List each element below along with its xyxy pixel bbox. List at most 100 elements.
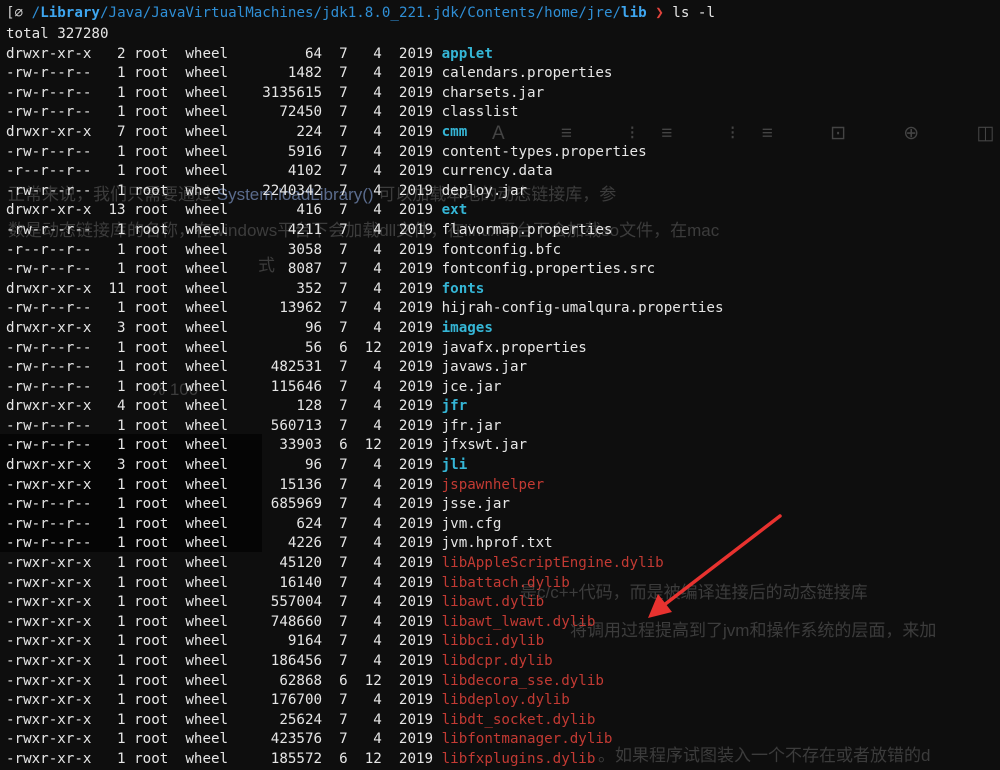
executable-name[interactable]: libdt_socket.dylib [442,712,596,728]
listing-row: -rw-r--r-- 1 root wheel 4226 7 4 2019 jv… [6,534,1000,554]
file-name[interactable]: deploy.jar [442,183,527,199]
executable-name[interactable]: libAppleScriptEngine.dylib [442,555,664,571]
directory-name[interactable]: jfr [442,398,468,414]
listing-row: -rw-r--r-- 1 root wheel 8087 7 4 2019 fo… [6,260,1000,280]
file-metadata: -rwxr-xr-x 1 root wheel 62868 6 12 2019 [6,672,442,689]
file-name[interactable]: fontconfig.properties.src [442,261,656,277]
listing-row: drwxr-xr-x 11 root wheel 352 7 4 2019 fo… [6,280,1000,300]
file-metadata: -rwxr-xr-x 1 root wheel 15136 7 4 2019 [6,476,442,493]
listing-row: -rwxr-xr-x 1 root wheel 45120 7 4 2019 l… [6,554,1000,574]
listing-row: -rw-r--r-- 1 root wheel 482531 7 4 2019 … [6,358,1000,378]
file-name[interactable]: jvm.hprof.txt [442,535,553,551]
listing-row: -rwxr-xr-x 1 root wheel 62868 6 12 2019 … [6,672,1000,692]
file-name[interactable]: javaws.jar [442,359,527,375]
file-metadata: -rwxr-xr-x 1 root wheel 25624 7 4 2019 [6,711,442,728]
file-name[interactable]: jsse.jar [442,496,510,512]
file-metadata: -r--r--r-- 1 root wheel 4102 7 4 2019 [6,163,442,180]
path-segment: Library [40,5,100,21]
listing-row: drwxr-xr-x 7 root wheel 224 7 4 2019 cmm [6,123,1000,143]
listing-row: drwxr-xr-x 3 root wheel 96 7 4 2019 jli [6,456,1000,476]
file-name[interactable]: jfr.jar [442,418,502,434]
listing-row: drwxr-xr-x 2 root wheel 64 7 4 2019 appl… [6,45,1000,65]
file-name[interactable]: jvm.cfg [442,516,502,532]
file-metadata: -rwxr-xr-x 1 root wheel 185572 6 12 2019 [6,750,442,767]
file-metadata: -rw-r--r-- 1 root wheel 56 6 12 2019 [6,339,442,356]
file-metadata: drwxr-xr-x 3 root wheel 96 7 4 2019 [6,319,442,336]
listing-row: -rw-r--r-- 1 root wheel 33903 6 12 2019 … [6,436,1000,456]
file-metadata: -rw-r--r-- 1 root wheel 5916 7 4 2019 [6,143,442,160]
executable-name[interactable]: libdcpr.dylib [442,653,553,669]
executable-name[interactable]: libawt_lwawt.dylib [442,614,596,630]
listing-row: -rw-r--r-- 1 root wheel 4211 7 4 2019 fl… [6,221,1000,241]
executable-name[interactable]: jspawnhelper [442,477,545,493]
executable-name[interactable]: libfxplugins.dylib [442,751,596,767]
executable-name[interactable]: libattach.dylib [442,575,570,591]
file-name[interactable]: content-types.properties [442,144,647,160]
file-metadata: -rwxr-xr-x 1 root wheel 45120 7 4 2019 [6,555,442,572]
listing-row: -rw-r--r-- 1 root wheel 624 7 4 2019 jvm… [6,515,1000,535]
file-name[interactable]: javafx.properties [442,340,587,356]
file-metadata: drwxr-xr-x 4 root wheel 128 7 4 2019 [6,398,442,415]
file-metadata: -rw-r--r-- 1 root wheel 72450 7 4 2019 [6,104,442,121]
listing-row: -rwxr-xr-x 1 root wheel 176700 7 4 2019 … [6,691,1000,711]
listing-row: -rw-r--r-- 1 root wheel 1482 7 4 2019 ca… [6,64,1000,84]
executable-name[interactable]: libdecora_sse.dylib [442,673,604,689]
directory-name[interactable]: applet [442,46,493,62]
directory-name[interactable]: cmm [442,124,468,140]
path-segment: lib [621,5,647,21]
file-metadata: -r--r--r-- 1 root wheel 3058 7 4 2019 [6,241,442,258]
file-metadata: -rw-r--r-- 1 root wheel 115646 7 4 2019 [6,378,442,395]
file-metadata: -rw-r--r-- 1 root wheel 482531 7 4 2019 [6,359,442,376]
file-metadata: drwxr-xr-x 11 root wheel 352 7 4 2019 [6,280,442,297]
listing-row: -rw-r--r-- 1 root wheel 5916 7 4 2019 co… [6,143,1000,163]
path-segment: /Java/JavaVirtualMachines/jdk1.8.0_221.j… [99,5,622,21]
file-metadata: -rwxr-xr-x 1 root wheel 748660 7 4 2019 [6,613,442,630]
directory-name[interactable]: fonts [442,281,485,297]
file-name[interactable]: calendars.properties [442,65,613,81]
file-name[interactable]: charsets.jar [442,85,545,101]
path-root: / [31,5,41,21]
listing-row: -rwxr-xr-x 1 root wheel 15136 7 4 2019 j… [6,476,1000,496]
executable-name[interactable]: libawt.dylib [442,594,545,610]
ls-listing: drwxr-xr-x 2 root wheel 64 7 4 2019 appl… [6,45,1000,770]
directory-name[interactable]: jli [442,457,468,473]
listing-row: -rwxr-xr-x 1 root wheel 748660 7 4 2019 … [6,613,1000,633]
listing-row: -rwxr-xr-x 1 root wheel 9164 7 4 2019 li… [6,632,1000,652]
file-name[interactable]: classlist [442,104,519,120]
file-name[interactable]: fontconfig.bfc [442,242,562,258]
file-metadata: -rwxr-xr-x 1 root wheel 423576 7 4 2019 [6,731,442,748]
listing-row: -rwxr-xr-x 1 root wheel 557004 7 4 2019 … [6,593,1000,613]
executable-name[interactable]: libdeploy.dylib [442,692,570,708]
listing-row: drwxr-xr-x 13 root wheel 416 7 4 2019 ex… [6,201,1000,221]
file-metadata: -rw-r--r-- 1 root wheel 3135615 7 4 2019 [6,84,442,101]
total-line: total 327280 [6,26,109,42]
listing-row: -rw-r--r-- 1 root wheel 3135615 7 4 2019… [6,84,1000,104]
listing-row: drwxr-xr-x 4 root wheel 128 7 4 2019 jfr [6,397,1000,417]
prompt-line: [⌀ /Library/Java/JavaVirtualMachines/jdk… [6,4,1000,25]
listing-row: -r--r--r-- 1 root wheel 4102 7 4 2019 cu… [6,162,1000,182]
file-metadata: -rw-r--r-- 1 root wheel 4211 7 4 2019 [6,221,442,238]
file-metadata: -rwxr-xr-x 1 root wheel 186456 7 4 2019 [6,653,442,669]
file-metadata: -rw-r--r-- 1 root wheel 1482 7 4 2019 [6,65,442,82]
directory-name[interactable]: images [442,320,493,336]
terminal-window[interactable]: [⌀ /Library/Java/JavaVirtualMachines/jdk… [0,0,1000,767]
executable-name[interactable]: libfontmanager.dylib [442,731,613,747]
directory-name[interactable]: ext [442,202,468,218]
file-metadata: drwxr-xr-x 2 root wheel 64 7 4 2019 [6,45,442,62]
file-name[interactable]: hijrah-config-umalqura.properties [442,300,724,316]
file-metadata: -rwxr-xr-x 1 root wheel 176700 7 4 2019 [6,692,442,709]
file-metadata: drwxr-xr-x 7 root wheel 224 7 4 2019 [6,123,442,140]
file-name[interactable]: jce.jar [442,379,502,395]
file-metadata: -rwxr-xr-x 1 root wheel 557004 7 4 2019 [6,594,442,611]
file-name[interactable]: flavormap.properties [442,222,613,238]
executable-name[interactable]: libbci.dylib [442,633,545,649]
terminal-content: [⌀ /Library/Java/JavaVirtualMachines/jdk… [0,0,1000,770]
command-text[interactable]: ls -l [672,5,715,21]
file-metadata: -rw-r--r-- 1 root wheel 685969 7 4 2019 [6,496,442,513]
file-metadata: -rwxr-xr-x 1 root wheel 9164 7 4 2019 [6,633,442,650]
file-name[interactable]: currency.data [442,163,553,179]
file-name[interactable]: jfxswt.jar [442,437,527,453]
listing-row: -r--r--r-- 1 root wheel 3058 7 4 2019 fo… [6,241,1000,261]
file-metadata: -rwxr-xr-x 1 root wheel 16140 7 4 2019 [6,574,442,591]
listing-row: -rw-r--r-- 1 root wheel 72450 7 4 2019 c… [6,103,1000,123]
